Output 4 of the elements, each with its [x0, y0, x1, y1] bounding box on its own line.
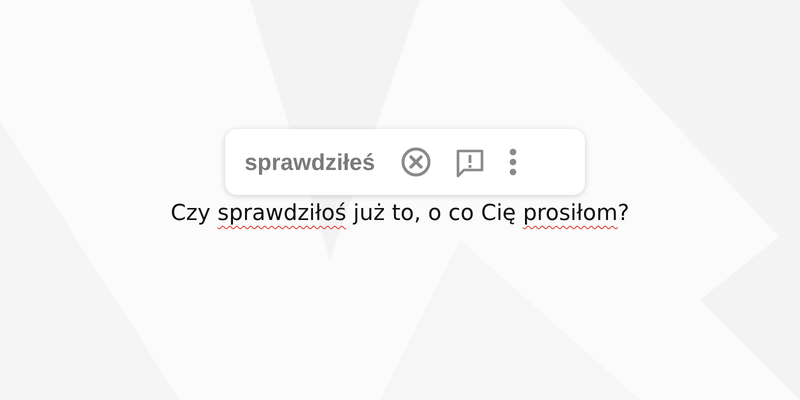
sentence-text: Czy sprawdziłoś już to, o co Cię prosiłom? — [170, 201, 630, 226]
dismiss-icon[interactable] — [400, 146, 432, 178]
suggestion-button[interactable]: sprawdziłeś — [244, 148, 376, 176]
more-icon[interactable] — [508, 146, 518, 178]
